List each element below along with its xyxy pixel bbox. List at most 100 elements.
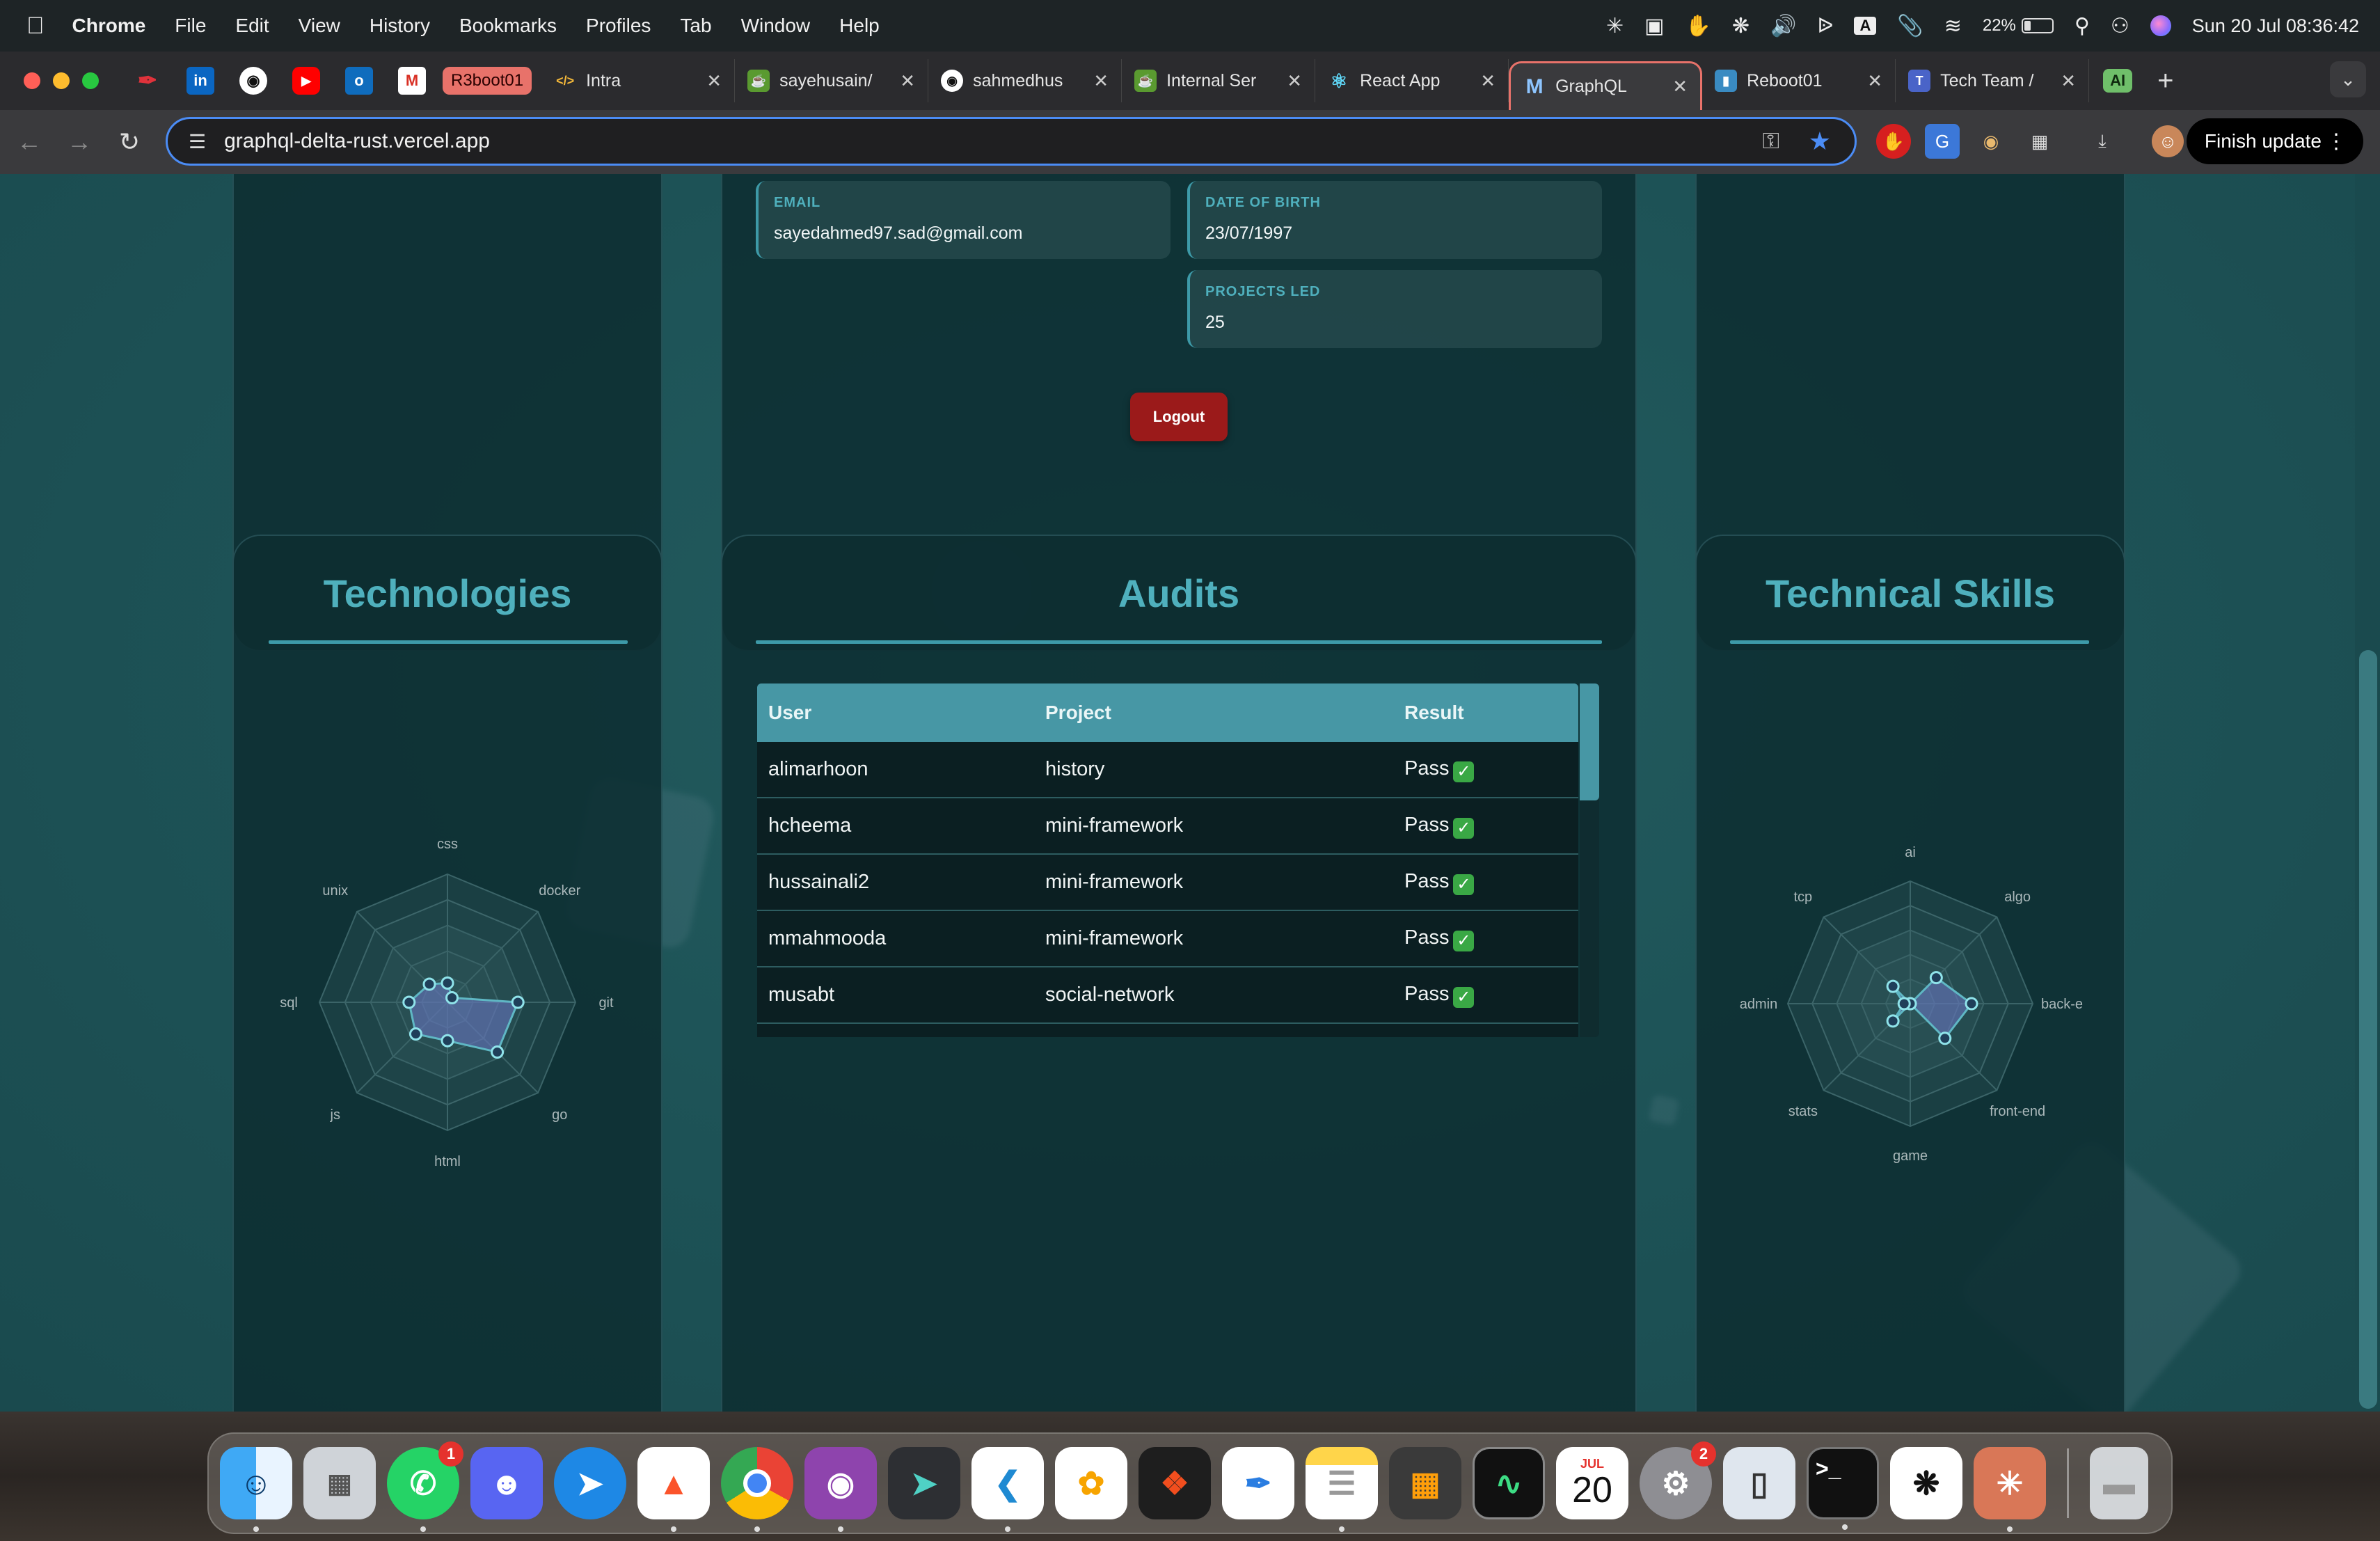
forward-arrow-icon[interactable]: → [58,127,100,157]
password-key-icon[interactable]: ⚿ [1763,128,1779,155]
bluetooth-icon[interactable]: ᐉ [1817,14,1833,38]
cookie-extension-icon[interactable]: ◉ [1974,124,2008,159]
scrollbar-thumb[interactable] [1580,683,1599,800]
menu-history[interactable]: History [370,15,430,37]
finish-update-button[interactable]: Finish update ⋮ [2186,118,2363,164]
column-result[interactable]: Result [1404,702,1578,724]
logout-button[interactable]: Logout [1130,393,1228,441]
control-center-icon[interactable]: ⚇ [2111,14,2129,38]
extensions-puzzle-icon[interactable]: ▦ [2022,124,2057,159]
system-settings-icon[interactable]: ⚙ 2 [1640,1441,1716,1519]
skills-data-point[interactable] [1929,971,1943,985]
chatgpt-icon[interactable]: ❋ [1890,1447,1962,1519]
url-text[interactable]: graphql-delta-rust.vercel.app [224,129,490,153]
close-tab-icon[interactable]: ✕ [900,70,915,92]
page-scrollbar[interactable] [2355,174,2380,1412]
launchpad-icon[interactable]: ▦ [303,1447,376,1519]
technologies-data-point[interactable] [441,976,454,990]
ai-tab-badge[interactable]: AI [2103,69,2133,93]
brave-icon[interactable]: ▲ [637,1447,710,1532]
close-tab-icon[interactable]: ✕ [1287,70,1302,92]
prompt-app-icon[interactable]: ➤ [888,1447,960,1519]
close-tab-icon[interactable]: ✕ [2061,70,2076,92]
technologies-data-point[interactable] [511,995,525,1009]
back-arrow-icon[interactable]: ← [8,127,50,157]
technologies-data-point[interactable] [422,977,436,991]
skills-data-point[interactable] [1938,1032,1952,1045]
address-bar[interactable]: ☰ graphql-delta-rust.vercel.app ⚿ ★ [166,117,1857,166]
close-tab-icon[interactable]: ✕ [1480,70,1496,92]
tab-sahmedhus[interactable]: ◉ sahmedhus ✕ [928,59,1122,102]
minimize-window-button[interactable] [53,72,70,89]
vscode-icon[interactable]: ❮ [971,1447,1044,1532]
technologies-data-point[interactable] [408,1027,422,1041]
technologies-data-point[interactable] [441,1034,454,1048]
input-source-indicator[interactable]: A [1854,17,1877,35]
calculator-icon[interactable]: ▦ [1389,1447,1461,1519]
bookmark-star-icon[interactable]: ★ [1809,127,1831,156]
activity-monitor-icon[interactable]: ∿ [1473,1447,1545,1519]
reload-icon[interactable]: ↻ [109,127,150,157]
menu-app-name[interactable]: Chrome [72,15,146,37]
chatgpt-status-icon[interactable]: ❋ [1732,14,1750,38]
menu-file[interactable]: File [175,15,206,37]
tab-search-chevron-icon[interactable]: ⌄ [2330,61,2366,97]
tab-graphql[interactable]: M GraphQL ✕ [1509,61,1703,110]
profile-avatar[interactable]: ☺ [2152,125,2184,157]
trash-icon[interactable]: ▬ [2090,1447,2148,1519]
tab-reboot01[interactable]: ▮ Reboot01 ✕ [1702,59,1896,102]
github-desktop-icon[interactable]: ◉ [804,1447,877,1532]
notes-icon[interactable]: ☰ [1306,1447,1378,1532]
tab-group-label[interactable]: R3boot01 [443,67,532,95]
whatsapp-icon[interactable]: ✆ 1 [387,1441,463,1532]
siri-icon[interactable] [2150,15,2171,36]
downloads-icon[interactable]: ⤓ [2085,124,2120,159]
pinned-tab-outlook-icon[interactable]: o [345,67,373,95]
wifi-icon[interactable]: ≋ [1944,14,1962,38]
volume-icon[interactable]: 🔊 [1770,14,1796,38]
discord-icon[interactable]: ☻ [470,1447,543,1519]
calendar-icon[interactable]: JUL 20 [1556,1447,1628,1519]
tab-internal-ser[interactable]: ☕ Internal Ser ✕ [1122,59,1316,102]
menu-view[interactable]: View [299,15,340,37]
pinned-tab-linkedin-icon[interactable]: in [187,67,214,95]
new-tab-plus-icon[interactable]: + [2157,65,2173,97]
skills-data-point[interactable] [1886,979,1900,993]
battery-indicator[interactable]: 22% [1983,16,2054,35]
chrome-icon[interactable] [721,1447,793,1532]
audits-table-scrollbar[interactable] [1580,683,1599,1037]
screen-share-icon[interactable]: ▣ [1644,14,1664,38]
pinned-tab-feather-icon[interactable]: ✒ [134,67,161,95]
column-project[interactable]: Project [1045,702,1404,724]
terminal-icon[interactable]: >_ [1807,1447,1879,1530]
iphone-mirroring-icon[interactable]: ▯ [1723,1447,1795,1519]
tab-intra[interactable]: </> Intra ✕ [541,59,736,102]
freeform-icon[interactable]: ✒ [1222,1447,1294,1519]
claude-icon[interactable]: ✳ [1974,1447,2046,1532]
translate-extension-icon[interactable]: G [1925,124,1960,159]
page-scrollbar-thumb[interactable] [2359,650,2377,1409]
gesture-icon[interactable]: ✋ [1685,14,1711,38]
menu-profiles[interactable]: Profiles [586,15,651,37]
tab-tech-team[interactable]: T Tech Team / ✕ [1896,59,2090,102]
tab-sayehusain[interactable]: ☕ sayehusain/ ✕ [735,59,929,102]
finder-icon[interactable]: ☺ [220,1447,292,1532]
figma-icon[interactable]: ❖ [1139,1447,1211,1519]
technologies-data-point[interactable] [445,990,459,1004]
technologies-data-point[interactable] [491,1045,505,1059]
close-tab-icon[interactable]: ✕ [1093,70,1109,92]
spotlight-search-icon[interactable]: ⚲ [2074,14,2090,38]
skills-data-point[interactable] [1965,997,1978,1011]
kebab-menu-icon[interactable]: ⋮ [2326,129,2347,154]
close-window-button[interactable] [24,72,40,89]
skills-data-point[interactable] [1886,1014,1900,1028]
photos-icon[interactable]: ✿ [1055,1447,1127,1519]
menu-help[interactable]: Help [839,15,880,37]
tab-react-app[interactable]: ⚛ React App ✕ [1315,59,1509,102]
pinned-tab-youtube-icon[interactable]: ▶ [292,67,320,95]
apple-icon[interactable]:  [26,13,45,40]
paperclip-icon[interactable]: 📎 [1897,14,1923,38]
close-tab-icon[interactable]: ✕ [1867,70,1882,92]
menu-edit[interactable]: Edit [235,15,269,37]
site-settings-icon[interactable]: ☰ [189,130,206,153]
